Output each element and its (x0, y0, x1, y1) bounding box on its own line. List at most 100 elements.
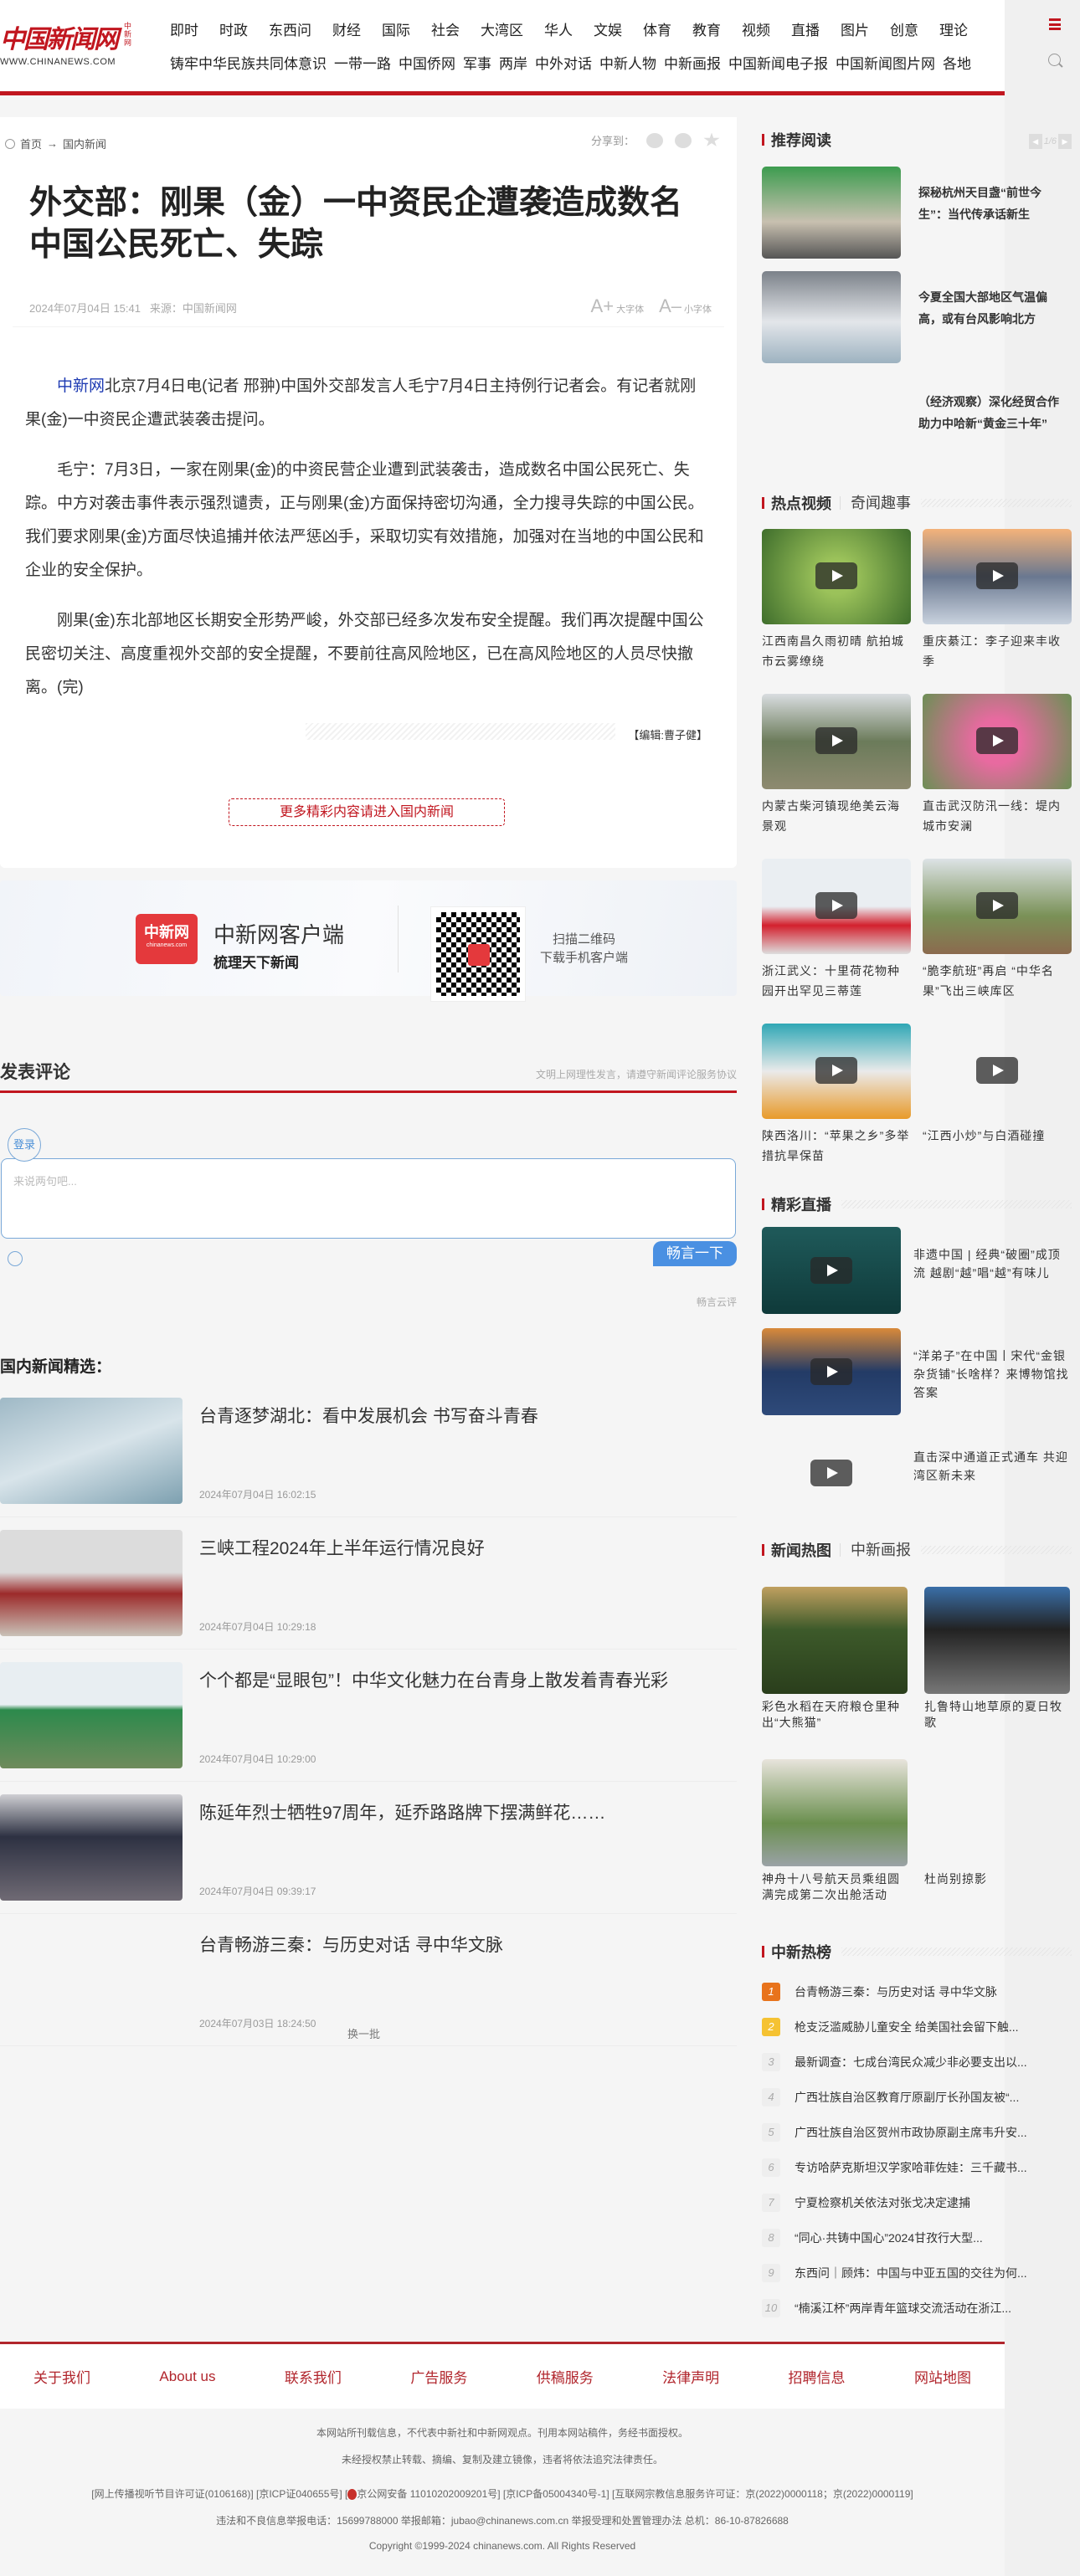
photo-title[interactable]: 彩色水稻在天府粮仓里种出“大熊猫” (762, 1699, 908, 1731)
play-icon[interactable] (815, 892, 857, 919)
breadcrumb-section[interactable]: 国内新闻 (63, 136, 106, 151)
nav-item[interactable]: 社会 (431, 18, 460, 39)
comments-note[interactable]: 文明上网理性发言，请遵守新闻评论服务协议 (536, 1067, 737, 1081)
nav-item[interactable]: 华人 (544, 18, 573, 39)
live-thumbnail[interactable] (762, 1227, 901, 1314)
live-title[interactable]: 非遗中国 | 经典“破圈”成顶流 越剧“越”唱“越”有味儿 (913, 1245, 1072, 1282)
live-thumbnail[interactable] (762, 1429, 901, 1516)
hot-list-item[interactable]: 3 最新调查：七成台湾民众减少非必要支出以... (762, 2045, 1072, 2080)
footer-link[interactable]: 法律声明 (662, 2366, 719, 2387)
video-item[interactable]: 江西南昌久雨初晴 航拍城市云雾缭绕 (762, 529, 911, 694)
hot-list-item[interactable]: 5 广西壮族自治区贺州市政协原副主席韦升安... (762, 2115, 1072, 2150)
hot-title[interactable]: 专访哈萨克斯坦汉学家哈菲佐娃：三千藏书... (795, 2159, 1062, 2176)
nav-item[interactable]: 财经 (332, 18, 361, 39)
nav-item[interactable]: 视频 (742, 18, 770, 39)
news-list-item[interactable]: 台青逐梦湖北：看中发展机会 书写奋斗青春 2024年07月04日 16:02:1… (0, 1398, 737, 1517)
site-logo[interactable]: 中国新闻网 中新网 WWW.CHINANEWS.COM (0, 18, 142, 67)
weibo-icon[interactable] (675, 132, 692, 148)
nav-item[interactable]: 体育 (643, 18, 671, 39)
recommend-title[interactable]: 今夏全国大部地区气温偏高，或有台风影响北方 (918, 286, 1069, 330)
breadcrumb-home[interactable]: 首页 (20, 136, 42, 151)
news-list-item[interactable]: 三峡工程2024年上半年运行情况良好 2024年07月04日 10:29:18 (0, 1530, 737, 1650)
play-icon[interactable] (815, 727, 857, 754)
play-icon[interactable] (976, 562, 1018, 589)
play-icon[interactable] (810, 1460, 852, 1486)
font-large-button[interactable]: A+ 大字体 (591, 295, 645, 317)
video-title[interactable]: 浙江武义：十里荷花物种园开出罕见三蒂莲 (762, 961, 911, 1001)
tab-odd-news[interactable]: 奇闻趣事 (840, 495, 911, 511)
login-button[interactable]: 登录 (8, 1128, 41, 1162)
hot-title[interactable]: 最新调查：七成台湾民众减少非必要支出以... (795, 2054, 1062, 2071)
app-download-banner[interactable]: 中新网 chinanews.com 中新网客户端 梳理天下新闻 扫描二维码 下载手机… (0, 880, 737, 1002)
comment-input[interactable]: 来说两句吧... (1, 1158, 736, 1239)
hot-title[interactable]: 枪支泛滥威胁儿童安全 给美国社会留下触... (795, 2019, 1062, 2035)
hot-list-item[interactable]: 4 广西壮族自治区教育厅原副厅长孙国友被“... (762, 2080, 1072, 2115)
video-thumbnail[interactable] (762, 694, 911, 789)
footer-link[interactable]: 网站地图 (914, 2366, 971, 2387)
play-icon[interactable] (815, 562, 857, 589)
tab-hot-video[interactable]: 热点视频 (771, 492, 831, 514)
video-thumbnail[interactable] (762, 529, 911, 624)
play-icon[interactable] (810, 1257, 852, 1284)
video-thumbnail[interactable] (923, 859, 1072, 954)
footer-link[interactable]: 联系我们 (285, 2366, 342, 2387)
font-small-button[interactable]: A– 小字体 (659, 295, 712, 317)
news-title[interactable]: 台青畅游三秦：与历史对话 寻中华文脉 (199, 1931, 735, 1961)
nav-item[interactable]: 各地 (943, 52, 971, 73)
video-thumbnail[interactable] (923, 694, 1072, 789)
tab-pictorial[interactable]: 中新画报 (840, 1542, 911, 1557)
video-title[interactable]: 陕西洛川：“苹果之乡”多举措抗旱保苗 (762, 1126, 911, 1166)
hot-list-item[interactable]: 7 宁夏检察机关依法对张戈决定逮捕 (762, 2185, 1072, 2220)
footer-link[interactable]: About us (159, 2368, 215, 2385)
nav-item[interactable]: 中新人物 (599, 52, 656, 73)
video-thumbnail[interactable] (923, 529, 1072, 624)
emoji-icon[interactable] (8, 1251, 23, 1266)
nav-item[interactable]: 大湾区 (481, 18, 523, 39)
recommend-thumbnail[interactable] (762, 271, 901, 363)
hot-list-item[interactable]: 10 “楠溪江杯”两岸青年篮球交流活动在浙江... (762, 2291, 1072, 2326)
video-title[interactable]: 直击武汉防汛一线：堤内城市安澜 (923, 796, 1072, 836)
nav-item[interactable]: 国际 (382, 18, 410, 39)
video-item[interactable]: 浙江武义：十里荷花物种园开出罕见三蒂莲 (762, 859, 911, 1024)
video-item[interactable]: 直击武汉防汛一线：堤内城市安澜 (923, 694, 1072, 859)
news-thumbnail[interactable] (0, 1794, 183, 1901)
news-title[interactable]: 个个都是“显眼包”！中华文化魅力在台青身上散发着青春光彩 (199, 1666, 735, 1696)
tab-news-photos[interactable]: 新闻热图 (771, 1539, 831, 1561)
hot-title[interactable]: 广西壮族自治区贺州市政协原副主席韦升安... (795, 2124, 1062, 2141)
more-news-button[interactable]: 更多精彩内容请进入国内新闻 (229, 798, 505, 826)
play-icon[interactable] (810, 1358, 852, 1385)
play-icon[interactable] (976, 892, 1018, 919)
video-thumbnail[interactable] (762, 1024, 911, 1119)
menu-icon[interactable] (1049, 18, 1061, 30)
video-thumbnail[interactable] (923, 1024, 1072, 1119)
prev-arrow-icon[interactable]: ◀ (1028, 134, 1042, 149)
hot-list-item[interactable]: 8 “同心·共铸中国心”2024甘孜行大型... (762, 2220, 1072, 2255)
hot-title[interactable]: 宁夏检察机关依法对张戈决定逮捕 (795, 2194, 1062, 2211)
photo-title[interactable]: 杜尚别掠影 (924, 1871, 1070, 1887)
nav-item[interactable]: 中国新闻图片网 (836, 52, 935, 73)
hot-title[interactable]: “楠溪江杯”两岸青年篮球交流活动在浙江... (795, 2300, 1062, 2317)
photo-title[interactable]: 扎鲁特山地草原的夏日牧歌 (924, 1699, 1070, 1731)
nav-item[interactable]: 图片 (841, 18, 869, 39)
nav-item[interactable]: 理论 (939, 18, 968, 39)
video-title[interactable]: “江西小炒”与白酒碰撞 (923, 1126, 1072, 1146)
play-icon[interactable] (815, 1057, 857, 1084)
hot-list-item[interactable]: 6 专访哈萨克斯坦汉学家哈菲佐娃：三千藏书... (762, 2150, 1072, 2185)
nav-item[interactable]: 文娱 (594, 18, 622, 39)
license-text[interactable]: [网上传播视听节目许可证(0106168)] [京ICP证040655号] [ (91, 2488, 347, 2500)
hot-title[interactable]: “同心·共铸中国心”2024甘孜行大型... (795, 2230, 1062, 2246)
footer-link[interactable]: 关于我们 (33, 2366, 90, 2387)
photo-item[interactable]: 彩色水稻在天府粮仓里种出“大熊猫” (762, 1587, 908, 1759)
nav-item[interactable]: 直播 (791, 18, 820, 39)
news-title[interactable]: 台青逐梦湖北：看中发展机会 书写奋斗青春 (199, 1402, 735, 1432)
wechat-icon[interactable] (646, 132, 663, 148)
news-list-item[interactable]: 陈延年烈士牺牲97周年，延乔路路牌下摆满鲜花…… 2024年07月04日 09:… (0, 1794, 737, 1914)
nav-item[interactable]: 铸牢中华民族共同体意识 (170, 52, 327, 73)
news-title[interactable]: 陈延年烈士牺牲97周年，延乔路路牌下摆满鲜花…… (199, 1799, 735, 1829)
next-arrow-icon[interactable]: ▶ (1058, 134, 1072, 149)
photo-item[interactable]: 扎鲁特山地草原的夏日牧歌 (924, 1587, 1070, 1759)
play-icon[interactable] (976, 727, 1018, 754)
video-title[interactable]: 内蒙古柴河镇现绝美云海景观 (762, 796, 911, 836)
video-title[interactable]: “脆李航班”再启 “中华名果”飞出三峡库区 (923, 961, 1072, 1001)
video-title[interactable]: 江西南昌久雨初晴 航拍城市云雾缭绕 (762, 631, 911, 671)
